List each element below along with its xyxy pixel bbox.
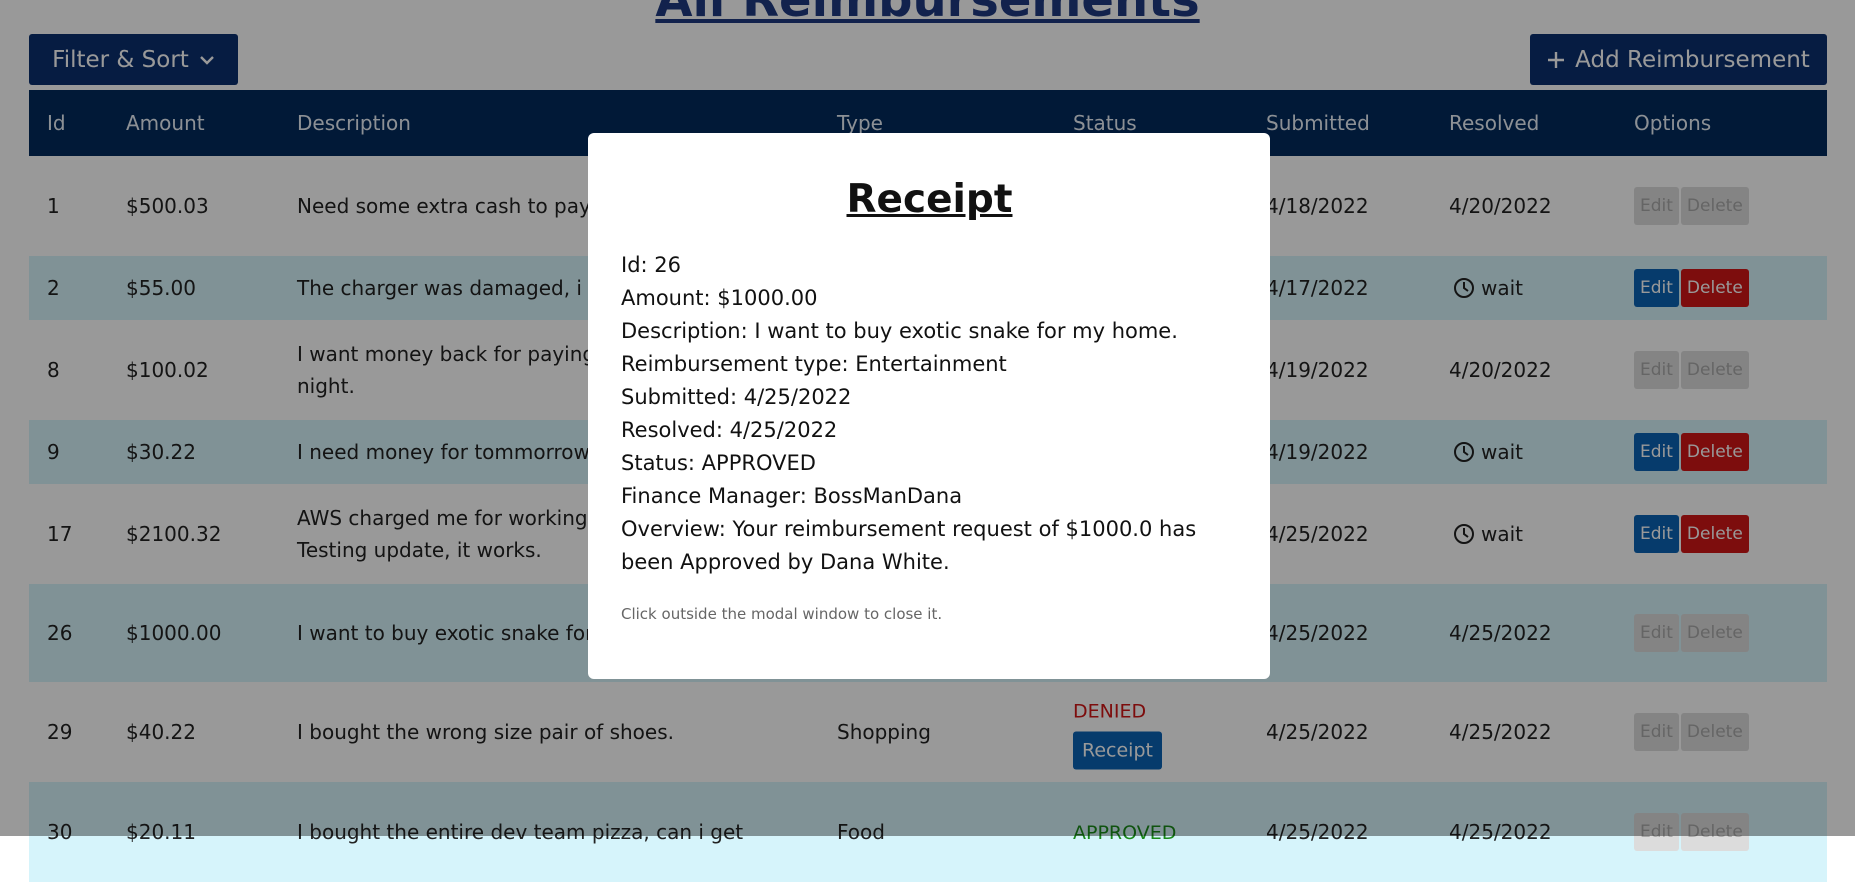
receipt-amount: Amount: $1000.00 (621, 286, 818, 310)
receipt-overview: Overview: Your reimbursement request of … (621, 517, 1197, 574)
receipt-description: Description: I want to buy exotic snake … (621, 319, 1178, 343)
receipt-status: Status: APPROVED (621, 451, 816, 475)
reimbursements-page: All Reimbursements Filter & Sort Add Rei… (0, 0, 1855, 882)
receipt-type: Reimbursement type: Entertainment (621, 352, 1007, 376)
receipt-submitted: Submitted: 4/25/2022 (621, 385, 852, 409)
receipt-id: Id: 26 (621, 253, 681, 277)
receipt-finance-manager: Finance Manager: BossManDana (621, 484, 963, 508)
receipt-resolved: Resolved: 4/25/2022 (621, 418, 838, 442)
modal-title: Receipt (846, 177, 1013, 222)
receipt-details: Id: 26 Amount: $1000.00 Description: I w… (621, 249, 1238, 579)
receipt-modal: Receipt Id: 26 Amount: $1000.00 Descript… (588, 133, 1270, 679)
modal-close-hint: Click outside the modal window to close … (621, 605, 943, 623)
